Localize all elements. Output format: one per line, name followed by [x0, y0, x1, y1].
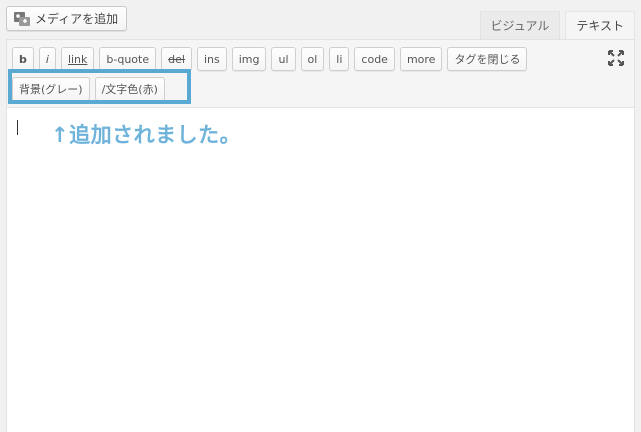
add-media-label: メディアを追加: [35, 12, 119, 26]
editor-container: b i link b-quote del ins img ul ol li co…: [6, 39, 635, 432]
quicktags-row-1: b i link b-quote del ins img ul ol li co…: [12, 47, 528, 71]
editor-tabs: ビジュアル テキスト: [479, 11, 635, 39]
annotation-text: ↑追加されました。: [51, 123, 242, 147]
qt-ins-button[interactable]: ins: [196, 47, 227, 71]
qt-ol-button[interactable]: ol: [300, 47, 325, 71]
qt-ul-button[interactable]: ul: [271, 47, 296, 71]
qt-img-button[interactable]: img: [231, 47, 267, 71]
qt-link-button[interactable]: link: [60, 47, 95, 71]
tab-text[interactable]: テキスト: [565, 11, 635, 39]
qt-blockquote-button[interactable]: b-quote: [99, 47, 157, 71]
tab-visual[interactable]: ビジュアル: [479, 11, 561, 39]
fullscreen-icon[interactable]: [608, 50, 624, 66]
qt-del-button[interactable]: del: [161, 47, 192, 71]
add-media-button[interactable]: メディアを追加: [6, 6, 128, 31]
quicktags-toolbar: b i link b-quote del ins img ul ol li co…: [7, 40, 634, 106]
text-caret: [17, 120, 18, 135]
media-add-icon: [13, 11, 31, 27]
qt-bold-button[interactable]: b: [12, 47, 34, 71]
qt-italic-button[interactable]: i: [38, 47, 56, 71]
highlight-box: [8, 69, 191, 104]
qt-li-button[interactable]: li: [329, 47, 350, 71]
qt-close-tags-button[interactable]: タグを閉じる: [447, 47, 528, 71]
qt-code-button[interactable]: code: [354, 47, 395, 71]
content-textarea[interactable]: ↑追加されました。: [7, 107, 634, 432]
qt-more-button[interactable]: more: [399, 47, 443, 71]
